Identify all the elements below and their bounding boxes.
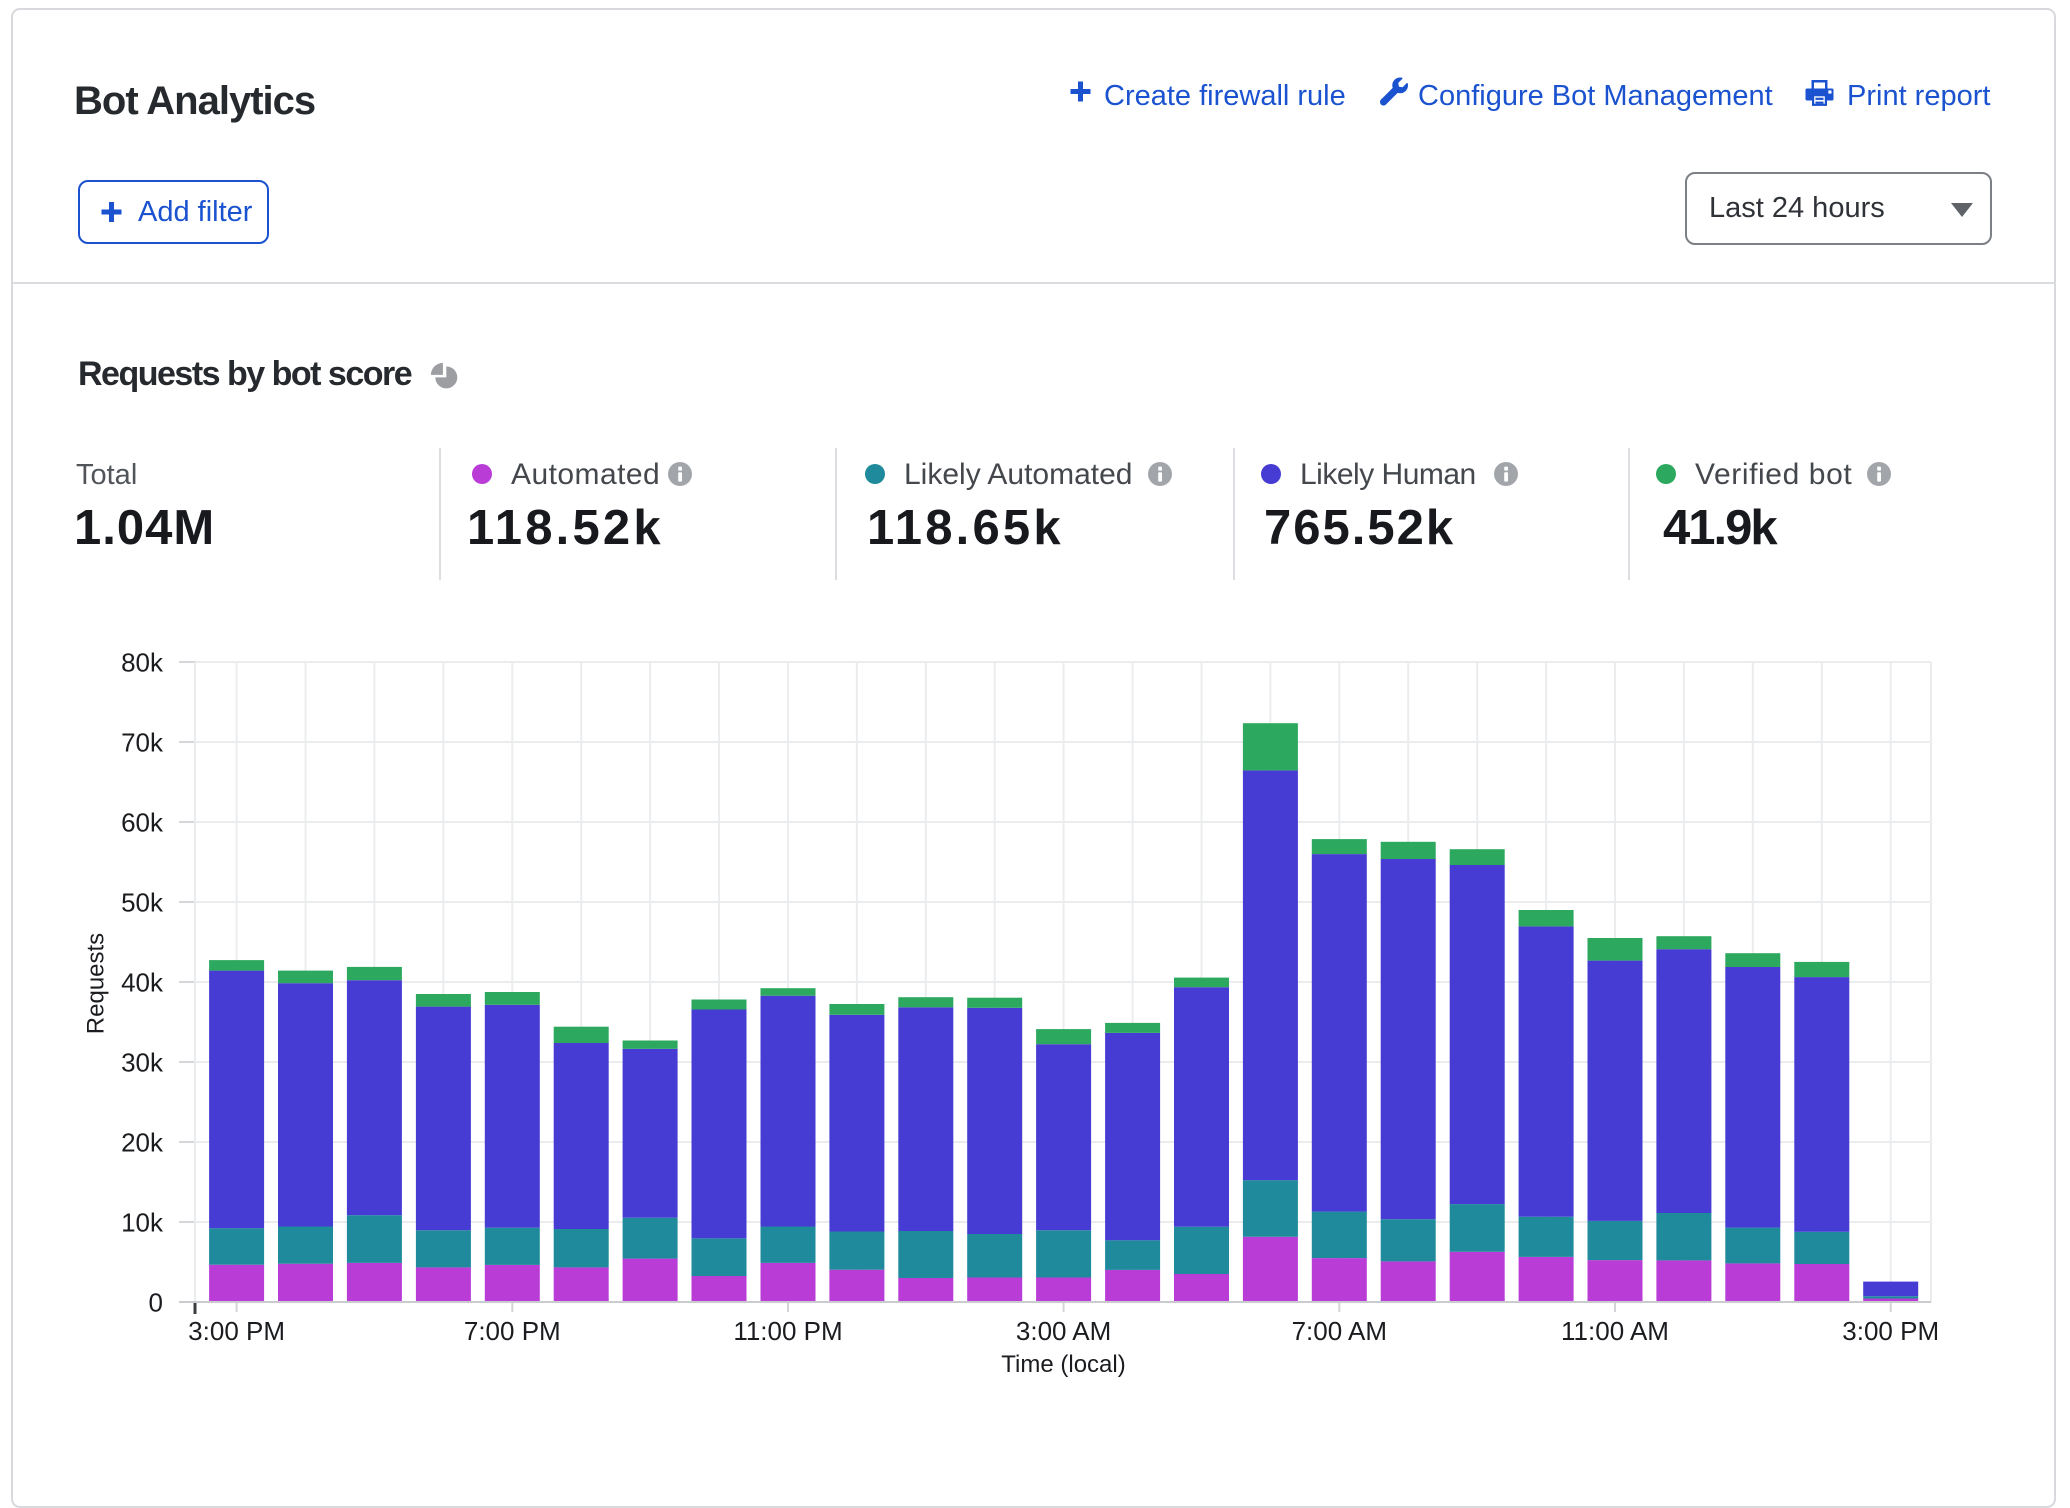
svg-text:3:00 AM: 3:00 AM — [1016, 1316, 1111, 1346]
svg-text:70k: 70k — [121, 727, 164, 757]
svg-text:50k: 50k — [121, 887, 164, 917]
svg-text:11:00 AM: 11:00 AM — [1561, 1316, 1669, 1346]
svg-text:40k: 40k — [121, 967, 164, 997]
svg-text:60k: 60k — [121, 807, 164, 837]
svg-text:11:00 PM: 11:00 PM — [733, 1316, 842, 1346]
svg-text:Time (local): Time (local) — [1001, 1351, 1125, 1378]
svg-text:80k: 80k — [121, 647, 164, 677]
svg-text:30k: 30k — [121, 1047, 164, 1077]
svg-text:7:00 AM: 7:00 AM — [1292, 1316, 1387, 1346]
svg-text:7:00 PM: 7:00 PM — [464, 1316, 561, 1346]
svg-text:10k: 10k — [121, 1207, 164, 1237]
svg-text:0: 0 — [149, 1287, 163, 1317]
svg-text:3:00 PM: 3:00 PM — [1842, 1316, 1939, 1346]
svg-text:20k: 20k — [121, 1127, 164, 1157]
svg-text:3:00 PM: 3:00 PM — [188, 1316, 285, 1346]
svg-text:Requests: Requests — [83, 933, 110, 1034]
